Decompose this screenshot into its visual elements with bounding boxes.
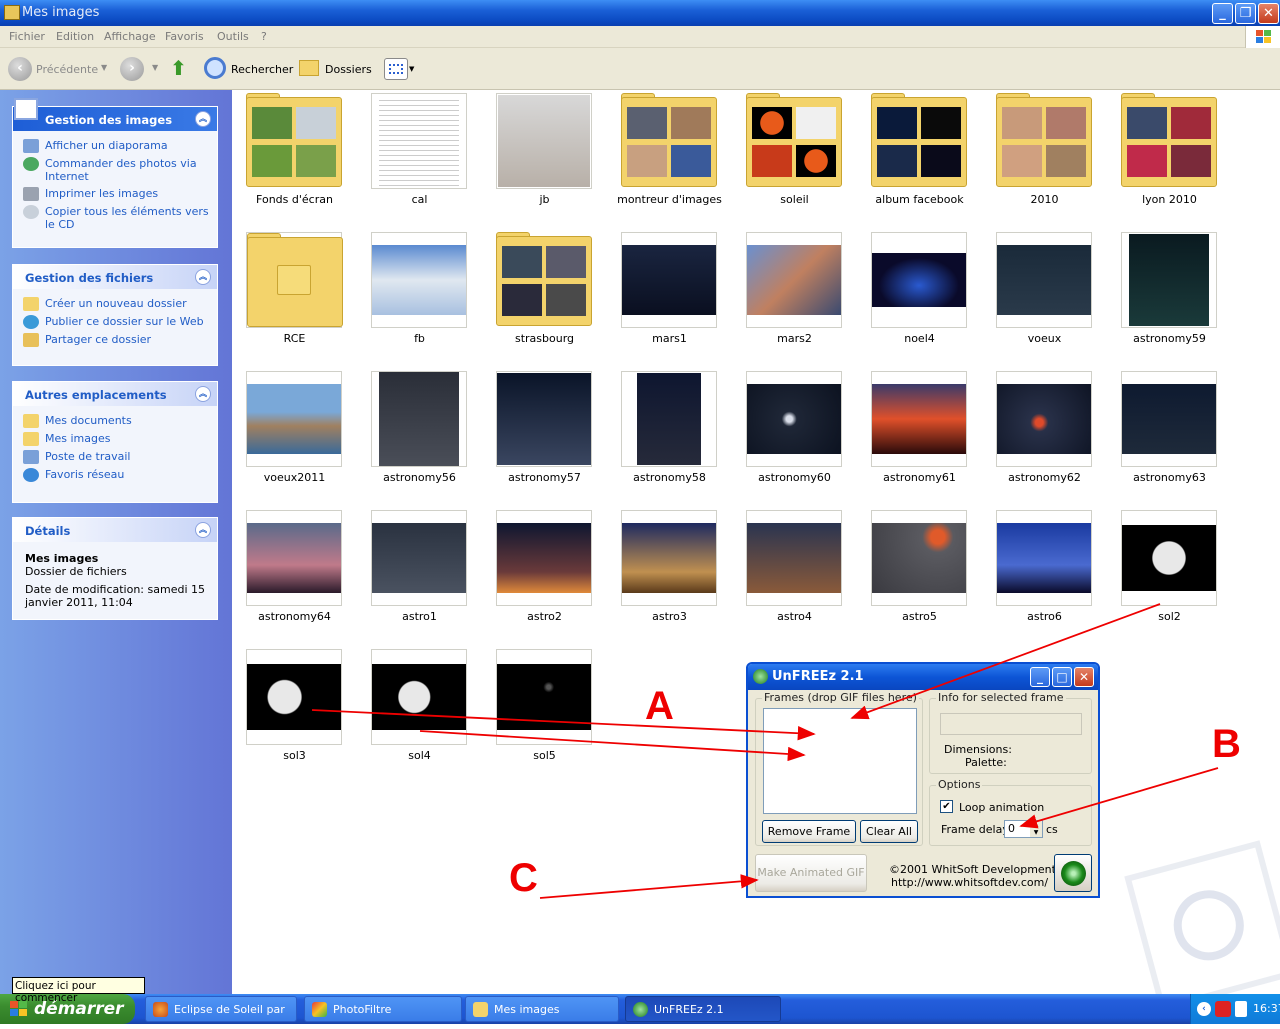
arrow-sol4 [419, 730, 806, 762]
explorer-folder-icon [473, 1002, 488, 1017]
system-tray: ‹ 16:37 [1190, 994, 1280, 1024]
task-firefox[interactable]: Eclipse de Soleil par ..... [145, 996, 297, 1029]
arrow-sol3 [311, 709, 816, 741]
clock[interactable]: 16:37 [1253, 1002, 1280, 1015]
firefox-icon [153, 1002, 168, 1017]
arrow-make-gif [539, 874, 759, 899]
start-tooltip: Cliquez ici pour commencer [12, 977, 145, 1004]
antivirus-icon[interactable] [1215, 1001, 1231, 1017]
task-photofiltre[interactable]: PhotoFiltre [304, 996, 462, 1022]
annotation-b: B [1212, 722, 1241, 766]
task-label: Eclipse de Soleil par ..... [174, 1003, 285, 1029]
arrow-frame-delay [1019, 767, 1219, 829]
task-label: UnFREEz 2.1 [654, 1003, 724, 1016]
taskbar: démarrer Eclipse de Soleil par ..... Pho… [0, 994, 1280, 1029]
task-unfreez[interactable]: UnFREEz 2.1 [625, 996, 781, 1022]
annotation-arrows [311, 603, 1219, 899]
annotation-a: A [645, 684, 674, 728]
show-hidden-icons-icon[interactable]: ‹ [1197, 1002, 1211, 1016]
arrow-sol2 [850, 603, 1161, 720]
tray-app-icon[interactable] [1235, 1001, 1247, 1017]
task-mes-images[interactable]: Mes images [465, 996, 619, 1022]
photofiltre-icon [312, 1002, 327, 1017]
annotation-c: C [509, 856, 538, 900]
task-label: PhotoFiltre [333, 1003, 392, 1016]
task-label: Mes images [494, 1003, 560, 1016]
unfreez-task-icon [633, 1002, 648, 1017]
